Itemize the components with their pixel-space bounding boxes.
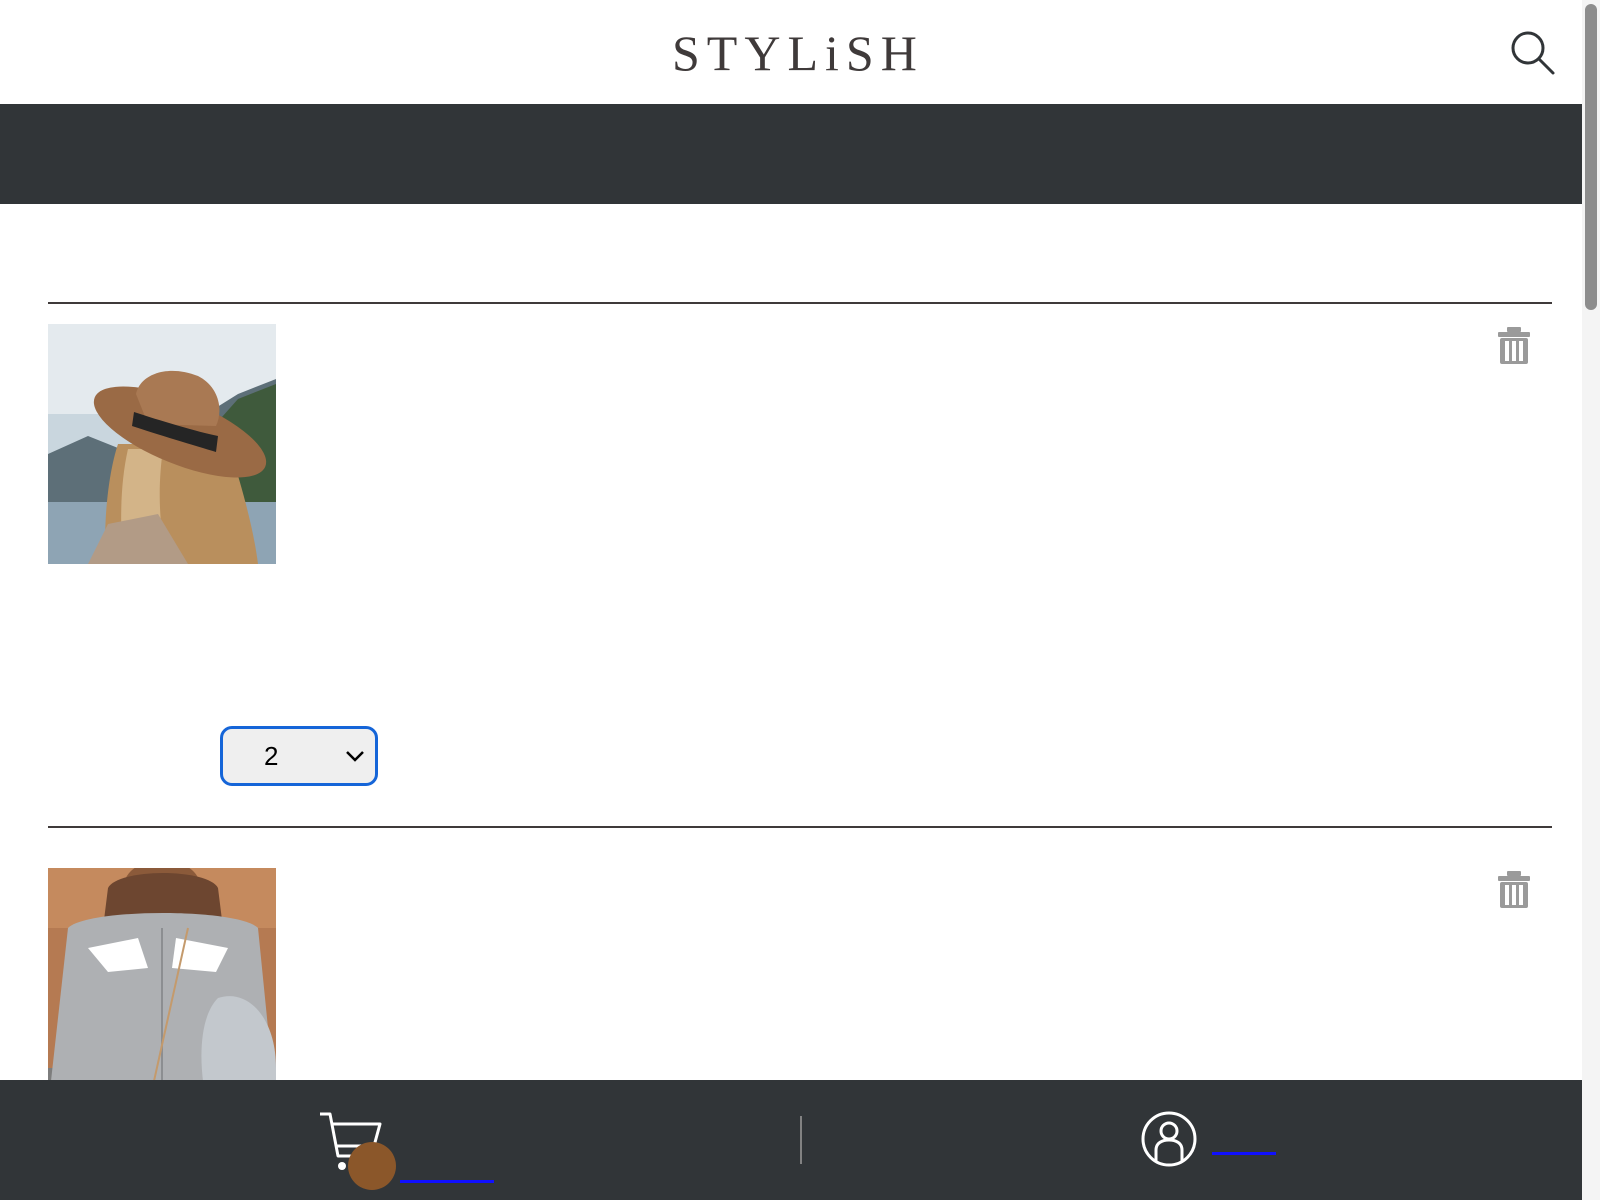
cart-count-badge	[348, 1142, 396, 1190]
trash-icon[interactable]	[1494, 870, 1534, 910]
bottom-member-link[interactable]	[1140, 1110, 1280, 1170]
search-icon[interactable]	[1510, 30, 1556, 76]
page-scrollbar[interactable]	[1582, 0, 1600, 1200]
cart-page: STYLiSH 2	[0, 0, 1600, 1200]
quantity-value: 2	[264, 741, 279, 771]
quantity-select[interactable]: 2	[220, 726, 378, 786]
bottom-cart-link[interactable]	[318, 1110, 498, 1190]
category-nav-bar	[0, 104, 1582, 204]
chevron-down-icon	[345, 749, 365, 763]
bottom-nav-separator	[800, 1116, 802, 1164]
cart-divider	[48, 302, 1552, 304]
cart-link-underline	[400, 1180, 494, 1183]
woman-brown-hat-photo	[48, 324, 276, 564]
site-header: STYLiSH	[0, 0, 1582, 104]
woman-grey-shirt-photo	[48, 868, 276, 1108]
member-icon	[1140, 1110, 1198, 1173]
scrollbar-thumb[interactable]	[1585, 4, 1597, 310]
cart-divider	[48, 826, 1552, 828]
trash-icon[interactable]	[1494, 326, 1534, 366]
site-logo[interactable]: STYLiSH	[672, 28, 924, 78]
member-link-underline	[1212, 1152, 1276, 1155]
bottom-nav-bar	[0, 1080, 1600, 1200]
